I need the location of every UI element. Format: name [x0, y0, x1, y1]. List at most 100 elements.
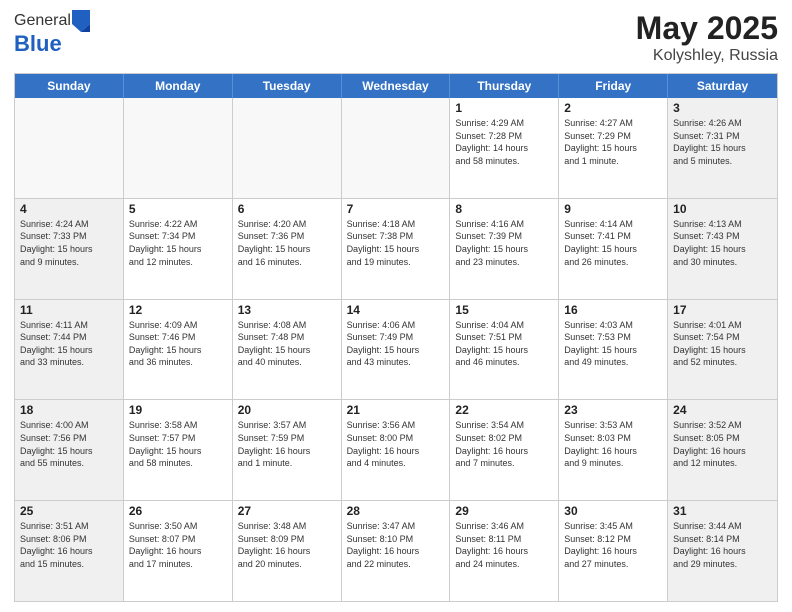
day-info: Sunrise: 4:18 AM Sunset: 7:38 PM Dayligh…: [347, 218, 445, 268]
header: General Blue May 2025 Kolyshley, Russia: [14, 10, 778, 65]
day-number: 8: [455, 202, 553, 216]
day-number: 16: [564, 303, 662, 317]
day-number: 30: [564, 504, 662, 518]
calendar-cell: 7 Sunrise: 4:18 AM Sunset: 7:38 PM Daylig…: [342, 199, 451, 299]
day-info: Sunrise: 4:22 AM Sunset: 7:34 PM Dayligh…: [129, 218, 227, 268]
calendar-cell: 13Sunrise: 4:08 AM Sunset: 7:48 PM Dayli…: [233, 300, 342, 400]
day-number: 24: [673, 403, 772, 417]
calendar-cell: 2 Sunrise: 4:27 AM Sunset: 7:29 PM Daylig…: [559, 98, 668, 198]
calendar-header-cell: Friday: [559, 74, 668, 98]
day-info: Sunrise: 3:51 AM Sunset: 8:06 PM Dayligh…: [20, 520, 118, 570]
day-info: Sunrise: 3:46 AM Sunset: 8:11 PM Dayligh…: [455, 520, 553, 570]
day-number: 11: [20, 303, 118, 317]
day-number: 10: [673, 202, 772, 216]
day-info: Sunrise: 3:50 AM Sunset: 8:07 PM Dayligh…: [129, 520, 227, 570]
day-number: 2: [564, 101, 662, 115]
day-number: 23: [564, 403, 662, 417]
day-number: 31: [673, 504, 772, 518]
calendar-cell: [124, 98, 233, 198]
day-info: Sunrise: 4:06 AM Sunset: 7:49 PM Dayligh…: [347, 319, 445, 369]
calendar-cell: 12Sunrise: 4:09 AM Sunset: 7:46 PM Dayli…: [124, 300, 233, 400]
calendar-cell: 5 Sunrise: 4:22 AM Sunset: 7:34 PM Daylig…: [124, 199, 233, 299]
calendar-header-cell: Sunday: [15, 74, 124, 98]
logo-icon: [72, 10, 90, 32]
calendar: SundayMondayTuesdayWednesdayThursdayFrid…: [14, 73, 778, 602]
day-info: Sunrise: 4:20 AM Sunset: 7:36 PM Dayligh…: [238, 218, 336, 268]
calendar-header-cell: Tuesday: [233, 74, 342, 98]
calendar-cell: 29Sunrise: 3:46 AM Sunset: 8:11 PM Dayli…: [450, 501, 559, 601]
calendar-cell: 11 Sunrise: 4:11 AM Sunset: 7:44 PM Dayli…: [15, 300, 124, 400]
calendar-header-cell: Wednesday: [342, 74, 451, 98]
day-number: 12: [129, 303, 227, 317]
day-info: Sunrise: 4:04 AM Sunset: 7:51 PM Dayligh…: [455, 319, 553, 369]
day-number: 21: [347, 403, 445, 417]
day-number: 14: [347, 303, 445, 317]
day-number: 27: [238, 504, 336, 518]
day-info: Sunrise: 4:01 AM Sunset: 7:54 PM Dayligh…: [673, 319, 772, 369]
day-info: Sunrise: 4:08 AM Sunset: 7:48 PM Dayligh…: [238, 319, 336, 369]
calendar-cell: 17 Sunrise: 4:01 AM Sunset: 7:54 PM Dayli…: [668, 300, 777, 400]
day-number: 9: [564, 202, 662, 216]
day-info: Sunrise: 3:48 AM Sunset: 8:09 PM Dayligh…: [238, 520, 336, 570]
calendar-cell: 16 Sunrise: 4:03 AM Sunset: 7:53 PM Dayli…: [559, 300, 668, 400]
title-block: May 2025 Kolyshley, Russia: [636, 10, 778, 65]
day-number: 20: [238, 403, 336, 417]
day-number: 5: [129, 202, 227, 216]
calendar-cell: 6 Sunrise: 4:20 AM Sunset: 7:36 PM Daylig…: [233, 199, 342, 299]
calendar-header-cell: Monday: [124, 74, 233, 98]
calendar-header-cell: Saturday: [668, 74, 777, 98]
calendar-cell: 10Sunrise: 4:13 AM Sunset: 7:43 PM Dayli…: [668, 199, 777, 299]
day-info: Sunrise: 3:47 AM Sunset: 8:10 PM Dayligh…: [347, 520, 445, 570]
day-info: Sunrise: 3:54 AM Sunset: 8:02 PM Dayligh…: [455, 419, 553, 469]
calendar-cell: 22 Sunrise: 3:54 AM Sunset: 8:02 PM Dayli…: [450, 400, 559, 500]
day-info: Sunrise: 4:26 AM Sunset: 7:31 PM Dayligh…: [673, 117, 772, 167]
day-info: Sunrise: 4:00 AM Sunset: 7:56 PM Dayligh…: [20, 419, 118, 469]
day-number: 4: [20, 202, 118, 216]
calendar-cell: 30 Sunrise: 3:45 AM Sunset: 8:12 PM Dayli…: [559, 501, 668, 601]
day-info: Sunrise: 4:11 AM Sunset: 7:44 PM Dayligh…: [20, 319, 118, 369]
day-number: 22: [455, 403, 553, 417]
day-info: Sunrise: 3:45 AM Sunset: 8:12 PM Dayligh…: [564, 520, 662, 570]
calendar-cell: 9 Sunrise: 4:14 AM Sunset: 7:41 PM Daylig…: [559, 199, 668, 299]
day-number: 18: [20, 403, 118, 417]
page: General Blue May 2025 Kolyshley, Russia …: [0, 0, 792, 612]
day-number: 3: [673, 101, 772, 115]
calendar-header-cell: Thursday: [450, 74, 559, 98]
day-info: Sunrise: 3:57 AM Sunset: 7:59 PM Dayligh…: [238, 419, 336, 469]
day-info: Sunrise: 3:58 AM Sunset: 7:57 PM Dayligh…: [129, 419, 227, 469]
day-info: Sunrise: 4:14 AM Sunset: 7:41 PM Dayligh…: [564, 218, 662, 268]
day-number: 15: [455, 303, 553, 317]
title-month: May 2025: [636, 10, 778, 47]
day-number: 6: [238, 202, 336, 216]
calendar-cell: 28 Sunrise: 3:47 AM Sunset: 8:10 PM Dayli…: [342, 501, 451, 601]
calendar-cell: 31 Sunrise: 3:44 AM Sunset: 8:14 PM Dayli…: [668, 501, 777, 601]
day-info: Sunrise: 3:53 AM Sunset: 8:03 PM Dayligh…: [564, 419, 662, 469]
calendar-row: 4 Sunrise: 4:24 AM Sunset: 7:33 PM Daylig…: [15, 198, 777, 299]
day-number: 19: [129, 403, 227, 417]
day-info: Sunrise: 3:56 AM Sunset: 8:00 PM Dayligh…: [347, 419, 445, 469]
logo-text: General Blue: [14, 10, 91, 56]
calendar-cell: 20 Sunrise: 3:57 AM Sunset: 7:59 PM Dayli…: [233, 400, 342, 500]
day-info: Sunrise: 4:16 AM Sunset: 7:39 PM Dayligh…: [455, 218, 553, 268]
day-info: Sunrise: 4:03 AM Sunset: 7:53 PM Dayligh…: [564, 319, 662, 369]
calendar-cell: 15 Sunrise: 4:04 AM Sunset: 7:51 PM Dayli…: [450, 300, 559, 400]
day-info: Sunrise: 4:24 AM Sunset: 7:33 PM Dayligh…: [20, 218, 118, 268]
day-number: 25: [20, 504, 118, 518]
title-location: Kolyshley, Russia: [636, 47, 778, 65]
day-info: Sunrise: 4:27 AM Sunset: 7:29 PM Dayligh…: [564, 117, 662, 167]
calendar-row: 1Sunrise: 4:29 AM Sunset: 7:28 PM Daylig…: [15, 98, 777, 198]
day-number: 17: [673, 303, 772, 317]
day-info: Sunrise: 3:44 AM Sunset: 8:14 PM Dayligh…: [673, 520, 772, 570]
calendar-row: 11 Sunrise: 4:11 AM Sunset: 7:44 PM Dayli…: [15, 299, 777, 400]
day-number: 7: [347, 202, 445, 216]
calendar-cell: 3 Sunrise: 4:26 AM Sunset: 7:31 PM Daylig…: [668, 98, 777, 198]
calendar-cell: 25 Sunrise: 3:51 AM Sunset: 8:06 PM Dayli…: [15, 501, 124, 601]
day-info: Sunrise: 3:52 AM Sunset: 8:05 PM Dayligh…: [673, 419, 772, 469]
calendar-cell: 21 Sunrise: 3:56 AM Sunset: 8:00 PM Dayli…: [342, 400, 451, 500]
day-number: 28: [347, 504, 445, 518]
calendar-header: SundayMondayTuesdayWednesdayThursdayFrid…: [15, 74, 777, 98]
logo-blue: Blue: [14, 31, 62, 56]
calendar-cell: 23 Sunrise: 3:53 AM Sunset: 8:03 PM Dayli…: [559, 400, 668, 500]
calendar-cell: 18 Sunrise: 4:00 AM Sunset: 7:56 PM Dayli…: [15, 400, 124, 500]
calendar-cell: 24 Sunrise: 3:52 AM Sunset: 8:05 PM Dayli…: [668, 400, 777, 500]
